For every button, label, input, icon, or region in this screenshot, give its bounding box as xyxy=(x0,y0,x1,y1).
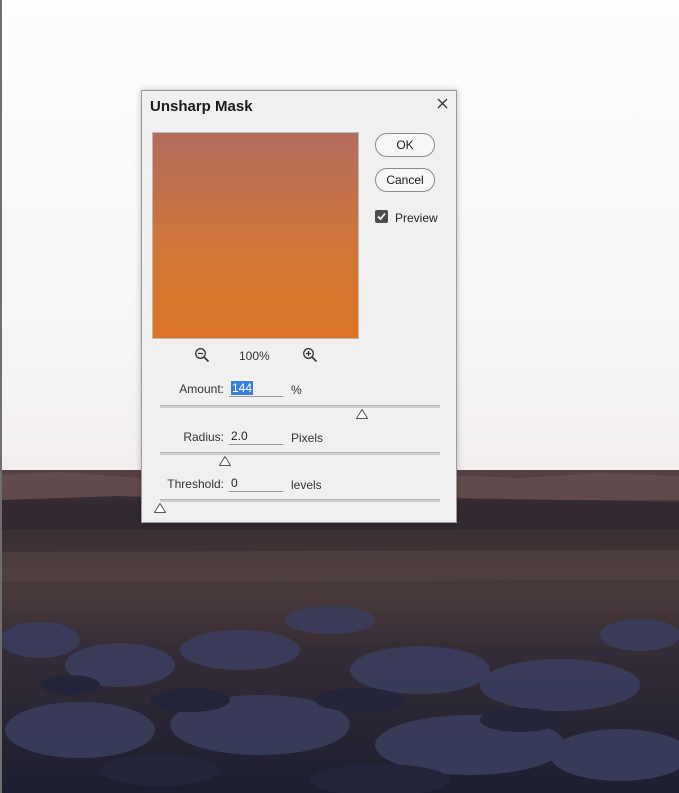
cancel-button[interactable]: Cancel xyxy=(375,168,435,192)
zoom-level: 100% xyxy=(239,349,270,363)
amount-slider-thumb[interactable] xyxy=(356,409,369,419)
zoom-out-button[interactable] xyxy=(194,347,210,363)
window-edge xyxy=(0,0,2,793)
threshold-slider-thumb[interactable] xyxy=(154,503,166,513)
dialog-title: Unsharp Mask xyxy=(150,98,253,115)
ok-button[interactable]: OK xyxy=(375,133,435,157)
zoom-out-icon xyxy=(195,348,210,363)
amount-slider-track[interactable] xyxy=(160,405,440,408)
amount-value: 144 xyxy=(231,381,254,395)
radius-input[interactable]: 2.0 xyxy=(229,429,283,445)
close-button[interactable] xyxy=(431,94,453,116)
preview-label: Preview xyxy=(395,211,438,225)
radius-unit: Pixels xyxy=(291,431,324,445)
preview-checkbox[interactable] xyxy=(375,210,388,223)
zoom-in-icon xyxy=(303,348,318,363)
radius-slider-track[interactable] xyxy=(160,452,440,455)
zoom-in-button[interactable] xyxy=(302,347,318,363)
amount-input[interactable]: 144 xyxy=(229,381,283,397)
threshold-slider-track[interactable] xyxy=(160,499,440,502)
radius-slider-thumb[interactable] xyxy=(218,456,231,466)
unsharp-mask-dialog: Unsharp Mask OK Cancel Preview 100% Amou… xyxy=(141,90,457,523)
preview-image[interactable] xyxy=(152,132,359,339)
threshold-unit: levels xyxy=(291,478,322,492)
threshold-label: Threshold: xyxy=(167,477,224,491)
radius-label: Radius: xyxy=(183,430,224,444)
close-icon xyxy=(437,98,447,109)
threshold-input[interactable]: 0 xyxy=(229,476,283,492)
amount-label: Amount: xyxy=(179,382,224,396)
amount-unit: % xyxy=(291,383,302,397)
checkmark-icon xyxy=(377,212,386,221)
